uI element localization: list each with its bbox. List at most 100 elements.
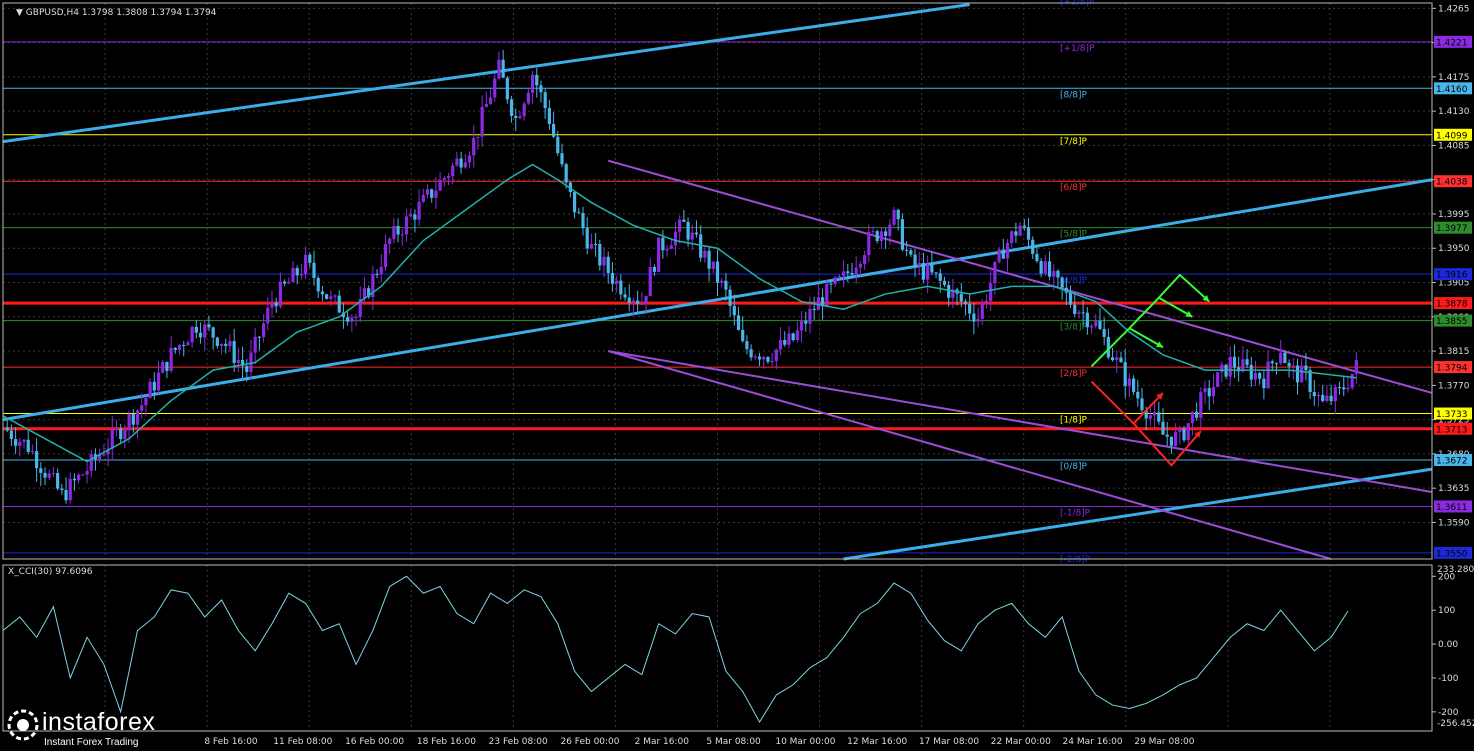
candle-body	[1249, 364, 1253, 380]
candle-body	[182, 344, 186, 346]
price-tick-label: 1.3770	[1438, 381, 1470, 391]
candle-body	[337, 295, 341, 313]
murray-level-label: [1/8]P	[1060, 416, 1088, 426]
candle-body	[35, 451, 39, 469]
candle-body	[1052, 270, 1056, 277]
candle-body	[1216, 372, 1220, 387]
candle-body	[1056, 270, 1060, 278]
cci-tick-label: 0.00	[1438, 640, 1458, 650]
candle-body	[1354, 360, 1358, 374]
price-tick-label: 1.3635	[1438, 484, 1470, 494]
candle-body	[1161, 421, 1165, 435]
candle-body	[766, 357, 770, 362]
candle-body	[194, 326, 198, 333]
candle-body	[1245, 359, 1249, 365]
candle-body	[1266, 361, 1270, 389]
candle-body	[47, 473, 51, 478]
candle-body	[198, 332, 203, 338]
candle-body	[312, 262, 316, 278]
candle-body	[1308, 370, 1312, 392]
candle-body	[1300, 365, 1304, 383]
price-tick-label: 1.4130	[1438, 107, 1470, 117]
time-axis-label: 24 Mar 16:00	[1063, 737, 1123, 747]
candle-body	[1094, 321, 1098, 326]
candle-body	[564, 164, 568, 183]
candle-body	[278, 281, 282, 307]
price-tag-text: 1.4221	[1436, 38, 1468, 48]
candle-body	[1005, 243, 1010, 259]
candle-body	[871, 231, 875, 233]
murray-level-label: [8/8]P	[1060, 90, 1088, 100]
candle-body	[409, 214, 413, 217]
candle-body	[438, 179, 442, 191]
candle-body	[329, 296, 333, 299]
candle-body	[203, 324, 207, 338]
logo-brand: instaforex	[42, 708, 156, 736]
candle-body	[333, 295, 337, 297]
candle-body	[1203, 388, 1207, 393]
candle-body	[1253, 372, 1258, 380]
candle-body	[291, 267, 295, 282]
candle-body	[753, 356, 757, 358]
price-tag-text: 1.3611	[1436, 503, 1468, 513]
candle-body	[1169, 436, 1174, 446]
price-tick-label: 1.3950	[1438, 244, 1470, 254]
candle-body	[60, 488, 64, 490]
candle-body	[1342, 387, 1346, 390]
candle-body	[249, 352, 253, 372]
candle-body	[186, 342, 190, 346]
logo-tagline: Instant Forex Trading	[44, 737, 139, 748]
candle-body	[795, 330, 799, 341]
candle-body	[543, 92, 547, 109]
candle-body	[501, 59, 505, 78]
candle-body	[854, 267, 858, 275]
candle-body	[1014, 231, 1018, 236]
candle-body	[745, 341, 749, 350]
candle-body	[228, 341, 232, 347]
candle-body	[724, 280, 728, 290]
candle-body	[253, 336, 257, 353]
candle-body	[774, 349, 778, 361]
murray-level-label: [+1/8]P	[1060, 44, 1095, 54]
candle-body	[787, 333, 791, 345]
candle-body	[1165, 434, 1169, 437]
candle-body	[85, 470, 89, 475]
candle-body	[736, 315, 741, 330]
chart-canvas: [+2/8]P[+1/8]P[8/8]P[7/8]P[6/8]P[5/8]P[4…	[0, 0, 1474, 751]
candle-body	[728, 289, 732, 306]
candle-body	[526, 92, 530, 104]
candle-body	[383, 243, 388, 267]
candle-body	[1115, 357, 1119, 361]
candle-body	[619, 280, 623, 295]
candle-body	[514, 115, 518, 119]
candle-body	[879, 231, 884, 242]
candle-body	[594, 243, 598, 245]
time-axis-label: 2 Mar 16:00	[635, 737, 690, 747]
candle-body	[1178, 428, 1182, 432]
candle-body	[1026, 227, 1031, 240]
candle-body	[577, 212, 581, 214]
candle-body	[421, 194, 425, 202]
candle-body	[77, 474, 81, 481]
candle-body	[984, 300, 989, 303]
candle-body	[505, 77, 509, 100]
candle-body	[720, 280, 724, 283]
candle-body	[678, 219, 682, 232]
candle-body	[144, 397, 148, 406]
background	[0, 0, 1474, 751]
candle-body	[451, 165, 455, 177]
candle-body	[480, 106, 484, 137]
collapse-icon[interactable]: ▼	[16, 8, 26, 18]
candle-body	[627, 297, 631, 303]
cci-tick-label: -100	[1438, 674, 1459, 684]
candle-body	[442, 177, 446, 180]
price-tag-text: 1.3794	[1436, 364, 1468, 374]
candle-body	[1077, 312, 1081, 314]
candle-body	[261, 323, 266, 338]
candle-body	[833, 277, 837, 285]
time-axis-label: 8 Feb 16:00	[204, 737, 258, 747]
candle-body	[1190, 411, 1195, 424]
candle-body	[711, 261, 715, 269]
candle-body	[631, 300, 636, 303]
candle-body	[388, 238, 392, 244]
